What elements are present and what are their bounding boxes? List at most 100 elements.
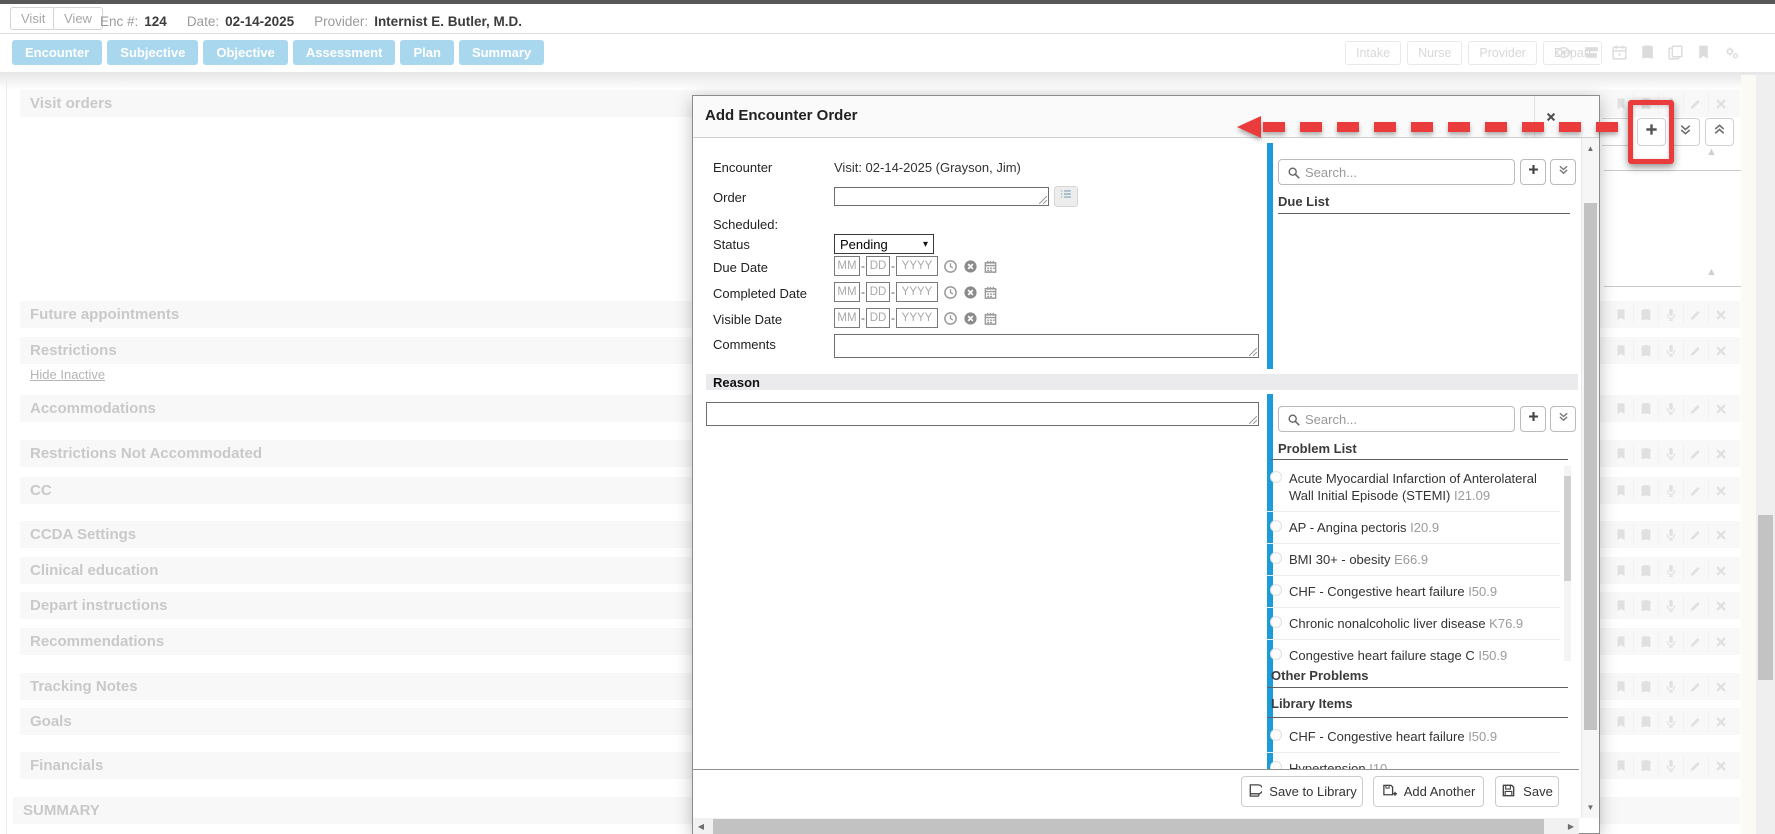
bookmark-icon[interactable] <box>1608 304 1633 325</box>
dd-segment-input[interactable]: DD <box>866 282 890 302</box>
x-icon[interactable] <box>1708 524 1733 545</box>
mic-icon[interactable] <box>1658 340 1683 361</box>
dd-segment-input[interactable]: DD <box>866 308 890 328</box>
clear-date-icon[interactable] <box>963 259 978 274</box>
bookmark-icon[interactable] <box>1608 676 1633 697</box>
pencil-icon[interactable] <box>1683 398 1708 419</box>
mic-icon[interactable] <box>1658 398 1683 419</box>
x-icon[interactable] <box>1708 676 1733 697</box>
book-icon[interactable] <box>1633 398 1658 419</box>
yyyy-segment-input[interactable]: YYYY <box>896 308 938 328</box>
x-icon[interactable] <box>1708 711 1733 732</box>
archive-icon[interactable] <box>1580 41 1603 64</box>
book-icon[interactable] <box>1633 93 1658 114</box>
book-icon[interactable] <box>1633 595 1658 616</box>
radio-icon[interactable] <box>1270 729 1282 741</box>
mic-icon[interactable] <box>1658 755 1683 776</box>
page-scrollbar-thumb[interactable] <box>1758 515 1773 680</box>
scroll-right-arrow[interactable]: ▶ <box>1565 822 1577 831</box>
book-icon[interactable] <box>1636 41 1659 64</box>
calendar-icon[interactable] <box>1608 41 1631 64</box>
dialog-vertical-scrollbar-thumb[interactable] <box>1584 203 1597 730</box>
bookmark-icon[interactable] <box>1608 93 1633 114</box>
save-button[interactable]: Save <box>1495 776 1559 807</box>
book-icon[interactable] <box>1633 631 1658 652</box>
pencil-icon[interactable] <box>1683 560 1708 581</box>
calendar-icon[interactable] <box>983 311 998 326</box>
x-icon[interactable] <box>1708 340 1733 361</box>
close-icon[interactable] <box>1534 96 1567 137</box>
book-icon[interactable] <box>1633 676 1658 697</box>
radio-icon[interactable] <box>1270 584 1282 596</box>
radio-icon[interactable] <box>1270 520 1282 532</box>
intake-stage-button[interactable]: Intake <box>1345 41 1401 65</box>
mic-icon[interactable] <box>1658 304 1683 325</box>
dialog-horizontal-scrollbar[interactable]: ◀ ▶ <box>693 818 1579 834</box>
pencil-icon[interactable] <box>1683 93 1708 114</box>
pencil-icon[interactable] <box>1683 340 1708 361</box>
book-icon[interactable] <box>1633 711 1658 732</box>
book-icon[interactable] <box>1633 560 1658 581</box>
copy-icon[interactable] <box>1664 41 1687 64</box>
problem-list-item[interactable]: CHF - Congestive heart failure I50.9 <box>1267 721 1560 753</box>
radio-icon[interactable] <box>1270 471 1282 483</box>
book-icon[interactable] <box>1633 304 1658 325</box>
bookmark-icon[interactable] <box>1608 398 1633 419</box>
page-scrollbar[interactable] <box>1756 75 1775 834</box>
x-icon[interactable] <box>1708 755 1733 776</box>
bookmark-icon[interactable] <box>1608 560 1633 581</box>
problem-add-button[interactable] <box>1520 406 1546 432</box>
x-icon[interactable] <box>1708 93 1733 114</box>
radio-icon[interactable] <box>1270 552 1282 564</box>
yyyy-segment-input[interactable]: YYYY <box>896 256 938 276</box>
book-icon[interactable] <box>1633 524 1658 545</box>
add-another-button[interactable]: Add Another <box>1373 776 1484 807</box>
bookmark-icon[interactable] <box>1608 755 1633 776</box>
due-list-add-button[interactable] <box>1520 159 1546 185</box>
tab-encounter[interactable]: Encounter <box>12 40 102 65</box>
problem-list-scrollbar-thumb[interactable] <box>1564 476 1571 581</box>
pencil-icon[interactable] <box>1683 443 1708 464</box>
book-icon[interactable] <box>1633 755 1658 776</box>
x-icon[interactable] <box>1708 480 1733 501</box>
clear-date-icon[interactable] <box>963 311 978 326</box>
bookmark-icon[interactable] <box>1692 41 1715 64</box>
pencil-icon[interactable] <box>1683 676 1708 697</box>
pencil-icon[interactable] <box>1683 304 1708 325</box>
visit-button[interactable]: Visit <box>10 7 56 30</box>
x-icon[interactable] <box>1708 304 1733 325</box>
order-lookup-button[interactable] <box>1054 186 1078 207</box>
bookmark-icon[interactable] <box>1608 595 1633 616</box>
mic-icon[interactable] <box>1658 676 1683 697</box>
visit-orders-search-input[interactable] <box>1602 118 1633 146</box>
pencil-icon[interactable] <box>1683 480 1708 501</box>
mic-icon[interactable] <box>1658 560 1683 581</box>
problem-list-item[interactable]: CHF - Congestive heart failure I50.9 <box>1267 576 1560 608</box>
dialog-horizontal-scrollbar-thumb[interactable] <box>713 819 1544 834</box>
bookmark-icon[interactable] <box>1608 340 1633 361</box>
view-button[interactable]: View <box>53 7 103 30</box>
bookmark-icon[interactable] <box>1608 711 1633 732</box>
scroll-up-arrow[interactable]: ▲ <box>1582 144 1599 153</box>
problem-list-item[interactable]: Acute Myocardial Infarction of Anterolat… <box>1267 463 1560 512</box>
x-icon[interactable] <box>1708 398 1733 419</box>
calendar-icon[interactable] <box>983 259 998 274</box>
radio-icon[interactable] <box>1270 761 1282 769</box>
mic-icon[interactable] <box>1658 595 1683 616</box>
hide-inactive-link[interactable]: Hide Inactive <box>30 367 105 382</box>
book-icon[interactable] <box>1633 443 1658 464</box>
problem-expand-button[interactable] <box>1550 406 1576 432</box>
add-visit-order-button[interactable] <box>1637 118 1666 146</box>
collapse-triangle-icon[interactable]: ▲ <box>1706 266 1717 278</box>
mic-icon[interactable] <box>1658 480 1683 501</box>
pencil-icon[interactable] <box>1683 595 1708 616</box>
mic-icon[interactable] <box>1658 524 1683 545</box>
bookmark-icon[interactable] <box>1608 631 1633 652</box>
calendar-icon[interactable] <box>983 285 998 300</box>
mic-icon[interactable] <box>1658 93 1683 114</box>
problem-list-scrollbar[interactable] <box>1564 466 1571 661</box>
bookmark-icon[interactable] <box>1608 443 1633 464</box>
tab-plan[interactable]: Plan <box>400 40 453 65</box>
problem-search-input[interactable] <box>1305 408 1510 430</box>
bookmark-icon[interactable] <box>1608 524 1633 545</box>
